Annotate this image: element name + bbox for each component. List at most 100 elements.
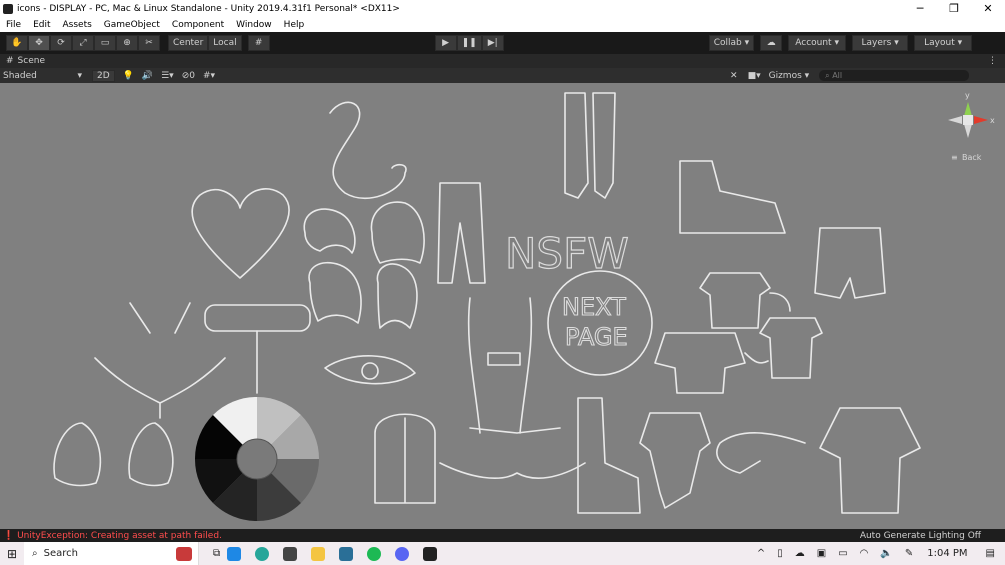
hand-sketch bbox=[716, 432, 806, 474]
unity-editor-icon[interactable] bbox=[423, 546, 438, 561]
task-view-icon[interactable]: ⧉ bbox=[213, 548, 220, 559]
orientation-gizmo[interactable]: y x bbox=[948, 91, 995, 138]
layers-dropdown[interactable]: Layers ▾ bbox=[852, 35, 909, 51]
error-icon: ❗ bbox=[3, 530, 15, 541]
camera-icon[interactable]: ■▾ bbox=[748, 71, 761, 81]
tools-icon[interactable]: ✕ bbox=[730, 71, 738, 81]
shading-mode-dropdown[interactable]: Shaded ▾ bbox=[0, 71, 86, 81]
taskbar-search[interactable]: ⌕ Search bbox=[24, 542, 199, 565]
gizmos-label: Gizmos bbox=[768, 70, 802, 81]
minimize-button[interactable]: ─ bbox=[903, 0, 937, 17]
rotate-tool-icon[interactable]: ⟳ bbox=[50, 35, 72, 51]
title-bar: icons - DISPLAY - PC, Mac & Linux Standa… bbox=[0, 0, 1005, 17]
toggle-2d-button[interactable]: 2D bbox=[92, 69, 115, 82]
step-button[interactable]: ▶| bbox=[481, 35, 504, 51]
maximize-button[interactable]: ❐ bbox=[937, 0, 971, 17]
scale-tool-icon[interactable]: ⤢ bbox=[72, 35, 94, 51]
socks-sketch bbox=[564, 92, 616, 199]
hair-sketch-2 bbox=[370, 201, 425, 264]
windows-start-icon[interactable]: ⊞ bbox=[0, 547, 24, 561]
tab-scene[interactable]: Scene bbox=[18, 56, 45, 66]
collab-label: Collab ▾ bbox=[713, 38, 750, 48]
error-message[interactable]: ❗ UnityException: Creating asset at path… bbox=[3, 531, 222, 541]
menu-gameobject[interactable]: GameObject bbox=[98, 20, 166, 30]
spotify-icon[interactable] bbox=[367, 546, 382, 561]
unity-hub-icon[interactable] bbox=[283, 546, 298, 561]
edge-icon[interactable] bbox=[255, 546, 270, 561]
chevron-down-icon: ▾ bbox=[77, 70, 82, 81]
volume-icon[interactable]: 🔈 bbox=[880, 548, 892, 559]
ear-sketch-1 bbox=[53, 422, 102, 487]
gizmo-y-arrow bbox=[964, 102, 972, 116]
shading-label: Shaded bbox=[3, 70, 37, 81]
move-tool-icon[interactable]: ✥ bbox=[28, 35, 50, 51]
tray-chevron-icon[interactable]: ^ bbox=[757, 548, 765, 559]
file-explorer-icon[interactable] bbox=[311, 546, 326, 561]
next-text: NEXT bbox=[562, 293, 626, 321]
audio-toggle-icon[interactable]: 🔊 bbox=[142, 71, 153, 81]
tray-app-icon[interactable]: ▣ bbox=[817, 548, 826, 559]
menu-file[interactable]: File bbox=[0, 20, 27, 30]
hand-tool-icon[interactable]: ✋ bbox=[6, 35, 28, 51]
gizmo-x-label: x bbox=[990, 116, 995, 125]
collab-button[interactable]: Collab ▾ bbox=[708, 35, 755, 51]
lighting-status: Auto Generate Lighting Off bbox=[859, 530, 981, 541]
status-bar: ❗ UnityException: Creating asset at path… bbox=[0, 529, 1005, 542]
effects-toggle-icon[interactable]: ☰▾ bbox=[161, 71, 174, 81]
search-icon: ⌕ bbox=[32, 548, 38, 559]
heart-sketch bbox=[191, 188, 290, 279]
account-label: Account bbox=[795, 38, 832, 48]
hook-sketch bbox=[329, 101, 407, 199]
gizmo-center-cube bbox=[963, 115, 973, 125]
gizmo-back-label[interactable]: Back bbox=[962, 153, 982, 162]
lighting-toggle-icon[interactable]: 💡 bbox=[123, 71, 134, 81]
layout-label: Layout bbox=[924, 38, 955, 48]
space-label: Local bbox=[213, 38, 237, 48]
windows-taskbar: ⊞ ⌕ Search ⧉ ^ ▯ ☁ ▣ ▭ ◠ 🔈 ✎ 1:04 PM ▤ bbox=[0, 542, 1005, 565]
grid-snap-icon[interactable]: # bbox=[247, 35, 270, 51]
wifi-icon[interactable]: ◠ bbox=[860, 548, 869, 559]
tray-cloud-icon[interactable]: ☁ bbox=[795, 548, 805, 559]
menu-assets[interactable]: Assets bbox=[57, 20, 98, 30]
scene-tab-icon: # bbox=[6, 56, 14, 66]
pivot-label: Center bbox=[173, 38, 204, 48]
battery-icon[interactable]: ▭ bbox=[838, 548, 847, 559]
grid-toggle-icon[interactable]: #▾ bbox=[203, 71, 215, 81]
custom-tool-icon[interactable]: ✂ bbox=[138, 35, 160, 51]
close-button[interactable]: ✕ bbox=[971, 0, 1005, 17]
chat-app-icon[interactable] bbox=[339, 546, 354, 561]
hidden-count: 0 bbox=[189, 70, 195, 81]
tray-device-icon[interactable]: ▯ bbox=[777, 548, 783, 559]
pause-button[interactable]: ❚❚ bbox=[456, 35, 482, 51]
notifications-icon[interactable]: ▤ bbox=[986, 548, 995, 559]
search-placeholder: All bbox=[832, 71, 843, 80]
boot-sketch bbox=[577, 397, 641, 514]
store-icon[interactable] bbox=[227, 546, 242, 561]
gizmo-y-label: y bbox=[965, 91, 970, 100]
scene-search-input[interactable]: ⌕ All bbox=[819, 70, 970, 81]
shorts-sketch bbox=[814, 227, 886, 299]
transform-tool-icon[interactable]: ⊕ bbox=[116, 35, 138, 51]
layout-dropdown[interactable]: Layout ▾ bbox=[914, 35, 973, 51]
scene-viewport[interactable]: NSFW NEXT PAGE y x Back ≡ bbox=[0, 83, 1005, 529]
error-text: UnityException: Creating asset at path f… bbox=[17, 530, 222, 541]
rect-tool-icon[interactable]: ▭ bbox=[94, 35, 116, 51]
layers-label: Layers bbox=[861, 38, 892, 48]
play-button[interactable]: ▶ bbox=[434, 35, 457, 51]
discord-icon[interactable] bbox=[395, 546, 410, 561]
pen-icon[interactable]: ✎ bbox=[905, 548, 913, 559]
big-tshirt-sketch bbox=[819, 407, 921, 514]
tab-menu-icon[interactable]: ⋮ bbox=[988, 56, 997, 66]
space-toggle-button[interactable]: Local bbox=[208, 35, 242, 51]
menu-window[interactable]: Window bbox=[230, 20, 278, 30]
gizmos-dropdown[interactable]: Gizmos ▾ bbox=[769, 71, 810, 81]
clock-time[interactable]: 1:04 PM bbox=[927, 548, 967, 559]
menu-component[interactable]: Component bbox=[166, 20, 230, 30]
account-dropdown[interactable]: Account ▾ bbox=[788, 35, 847, 51]
pivot-toggle-button[interactable]: Center bbox=[168, 35, 209, 51]
cloud-icon[interactable]: ☁ bbox=[760, 35, 783, 51]
hidden-objects-icon[interactable]: ⊘0 bbox=[182, 71, 195, 81]
menu-bar: File Edit Assets GameObject Component Wi… bbox=[0, 17, 1005, 32]
menu-edit[interactable]: Edit bbox=[27, 20, 56, 30]
menu-help[interactable]: Help bbox=[278, 20, 311, 30]
